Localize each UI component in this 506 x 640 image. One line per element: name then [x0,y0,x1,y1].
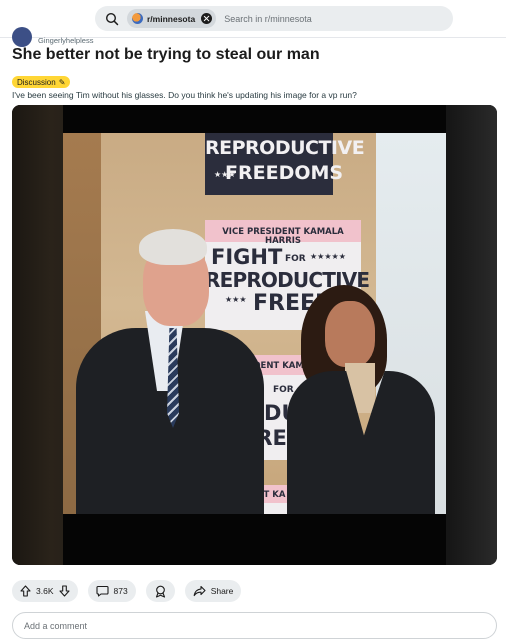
flair-label: Discussion [17,77,56,87]
subreddit-avatar [132,13,143,24]
man-hair [139,229,207,265]
award-icon [154,585,167,598]
poster-top: REPRODUCTIVE FREEDOMS ★★★ [205,133,365,195]
author-name[interactable]: Gingerlyhelpless [38,36,93,45]
downvote-icon[interactable] [58,585,70,597]
comment-count: 873 [113,586,128,596]
poster-text: FIGHT [211,245,283,269]
search-input[interactable]: Search in r/minnesota [224,14,312,24]
poster-text: REPRODUCTIVE [205,137,365,159]
post-body: I've been seeing Tim without his glasses… [12,90,357,100]
vote-count: 3.6K [36,586,54,596]
share-label: Share [210,586,234,596]
poster-text: FOR [285,254,306,264]
post-author[interactable]: Gingerlyhelpless [12,27,93,47]
vote-bar: 3.6K [12,580,78,602]
stars-decoration: ★★★★★ [310,252,346,261]
upvote-icon[interactable] [20,585,31,597]
stars-decoration: ★★★ [225,295,247,304]
avatar[interactable] [12,27,32,47]
post-title: She better not be trying to steal our ma… [12,46,320,63]
comment-icon [95,585,109,597]
photo: REPRODUCTIVE FREEDOMS ★★★ VICE PRESIDENT… [63,133,446,514]
image-letterbox [63,514,446,565]
search-icon [105,12,119,26]
comment-placeholder: Add a comment [24,620,88,631]
poster-text: FOR [273,385,294,395]
post-actions: 3.6K 873 Share [12,580,251,602]
comment-input[interactable]: Add a comment [12,612,497,639]
share-button[interactable]: Share [184,580,242,602]
poster-text: FREEDOMS [225,162,344,184]
search-bar[interactable]: r/minnesota Search in r/minnesota [95,6,453,31]
stars-decoration: ★★★ [214,170,236,179]
close-icon[interactable] [201,13,213,24]
woman-face [325,301,375,367]
post-flair[interactable]: Discussion ✎ [12,76,71,88]
pencil-icon: ✎ [58,77,66,87]
poster-header: VICE PRESIDENT KAMALA HARRIS [222,227,344,246]
comments-button[interactable]: 873 [87,580,136,602]
subreddit-chip-label: r/minnesota [147,13,196,24]
award-button[interactable] [145,580,175,602]
subreddit-chip[interactable]: r/minnesota [127,9,217,28]
image-letterbox [63,105,446,133]
post-image[interactable]: REPRODUCTIVE FREEDOMS ★★★ VICE PRESIDENT… [12,105,497,565]
share-icon [193,585,206,597]
